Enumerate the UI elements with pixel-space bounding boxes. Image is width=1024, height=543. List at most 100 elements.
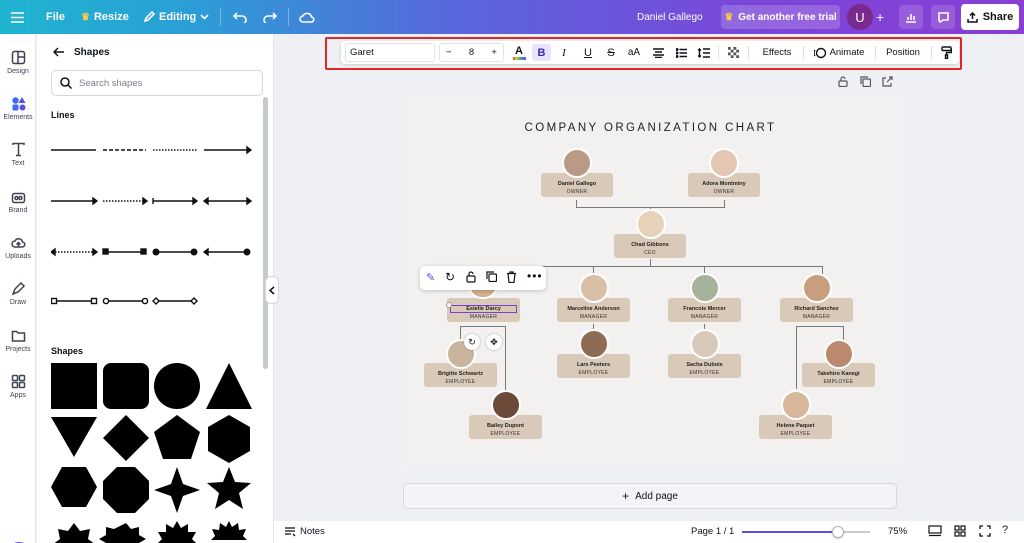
avatar[interactable] [781,390,811,420]
back-arrow-icon[interactable] [52,46,65,60]
add-page-button[interactable]: + Add page [403,483,897,509]
help-icon[interactable]: ? [1002,524,1008,536]
magic-edit-icon[interactable]: ✎ [426,271,435,284]
avatar[interactable] [579,329,609,359]
rail-item-uploads[interactable]: Uploads [0,235,36,260]
triangle-shape[interactable] [206,363,252,409]
resize-button[interactable]: ♛ Resize [81,0,129,34]
avatar[interactable] [690,329,720,359]
menu-icon[interactable] [11,0,24,34]
search-input[interactable]: Search shapes [51,70,263,96]
octagon-shape[interactable] [103,467,149,513]
hexagon-shape[interactable] [208,415,250,463]
duplicate-page-icon[interactable] [860,76,872,90]
decrease-size-button[interactable]: − [446,47,452,58]
org-card-manager[interactable]: Estelle Darcy MANAGER [447,298,520,322]
position-button[interactable]: Position [882,44,924,61]
font-selector[interactable]: Garet [345,43,435,62]
avatar[interactable] [802,273,832,303]
avatar[interactable]: U [847,4,873,30]
avatar[interactable] [491,390,521,420]
underline-button[interactable]: U [581,44,595,61]
rail-item-draw[interactable]: Draw [0,281,36,306]
seal-shape[interactable] [99,523,146,543]
square-shape[interactable] [51,363,97,409]
add-collaborator-icon[interactable]: + [876,0,884,34]
letter-case-button[interactable]: aA [626,44,642,61]
rail-item-text[interactable]: Text [0,142,36,167]
person-name[interactable]: Estelle Darcy [450,305,517,313]
bold-button[interactable]: B [532,44,551,61]
free-trial-button[interactable]: ♛ Get another free trial [721,5,840,29]
move-icon[interactable]: ✥ [486,334,502,350]
transparency-icon[interactable] [725,44,741,61]
grid-view-icon[interactable] [928,525,942,540]
font-size-stepper[interactable]: − 8 + [439,43,504,62]
hollow-square-line[interactable] [51,297,98,305]
zoom-slider[interactable] [742,526,870,538]
avatar[interactable] [690,273,720,303]
hollow-diamond-line[interactable] [152,297,198,305]
lock-icon[interactable] [466,271,476,286]
burst-shape[interactable] [52,523,96,543]
share-button[interactable]: Share [961,4,1019,30]
avatar[interactable] [636,209,666,239]
text-color-button[interactable]: A [511,44,527,61]
hexagon-flat-shape[interactable] [51,467,97,507]
bullet-list-icon[interactable] [673,44,689,61]
rail-item-apps[interactable]: Apps [0,374,36,399]
insights-icon[interactable] [899,5,923,29]
zoom-slider-handle[interactable] [832,526,844,538]
lock-icon[interactable] [838,76,848,90]
dotted-arrow-line[interactable] [103,196,149,206]
square-end-line[interactable] [102,248,147,255]
strikethrough-button[interactable]: S [604,44,618,61]
avatar[interactable] [562,148,592,178]
add-page-icon[interactable] [882,76,893,90]
down-triangle-shape[interactable] [51,417,97,457]
collapse-panel-button[interactable] [265,276,279,304]
increase-size-button[interactable]: + [491,47,497,58]
align-center-icon[interactable] [650,44,666,61]
circle-shape[interactable] [154,363,200,409]
diamond-shape[interactable] [103,415,149,461]
fullscreen-icon[interactable] [979,525,991,540]
font-size-value[interactable]: 8 [469,47,474,58]
avatar[interactable] [709,148,739,178]
trash-icon[interactable] [506,271,517,286]
animate-button[interactable]: Animate [810,44,868,61]
refresh-icon[interactable]: ↻ [445,270,455,284]
avatar[interactable] [579,273,609,303]
page-indicator[interactable]: Page 1 / 1 [691,526,734,537]
zoom-level[interactable]: 75% [888,526,907,537]
double-arrow-line[interactable] [202,196,253,206]
arrow-line[interactable] [204,145,253,155]
notes-button[interactable]: Notes [300,526,325,537]
line-spacing-icon[interactable] [696,44,712,61]
rail-item-design[interactable]: Design [0,50,36,75]
panel-scrollbar[interactable] [263,97,268,369]
four-point-star-shape[interactable] [154,467,200,513]
cloud-save-icon[interactable] [299,0,315,34]
undo-icon[interactable] [233,0,247,34]
format-painter-icon[interactable] [939,44,953,61]
comment-icon[interactable] [931,5,955,29]
editing-mode-button[interactable]: Editing [143,0,209,34]
italic-button[interactable]: I [557,44,571,61]
file-menu[interactable]: File [46,0,65,34]
rail-item-brand[interactable]: Brand [0,189,36,214]
bar-arrow-line[interactable] [152,196,199,206]
star-shape[interactable] [207,467,251,509]
arrow-line[interactable] [51,196,99,206]
resize-handle[interactable] [446,302,452,308]
redo-icon[interactable] [263,0,277,34]
rail-item-projects[interactable]: Projects [0,328,36,353]
rail-item-elements[interactable]: Elements [0,96,36,121]
starburst-shape[interactable] [158,521,196,543]
avatar[interactable] [824,339,854,369]
more-options-icon[interactable]: ••• [527,269,543,283]
effects-button[interactable]: Effects [757,44,797,61]
arrow-circle-line[interactable] [202,247,251,257]
pentagon-shape[interactable] [154,415,200,459]
rounded-square-shape[interactable] [103,363,149,409]
